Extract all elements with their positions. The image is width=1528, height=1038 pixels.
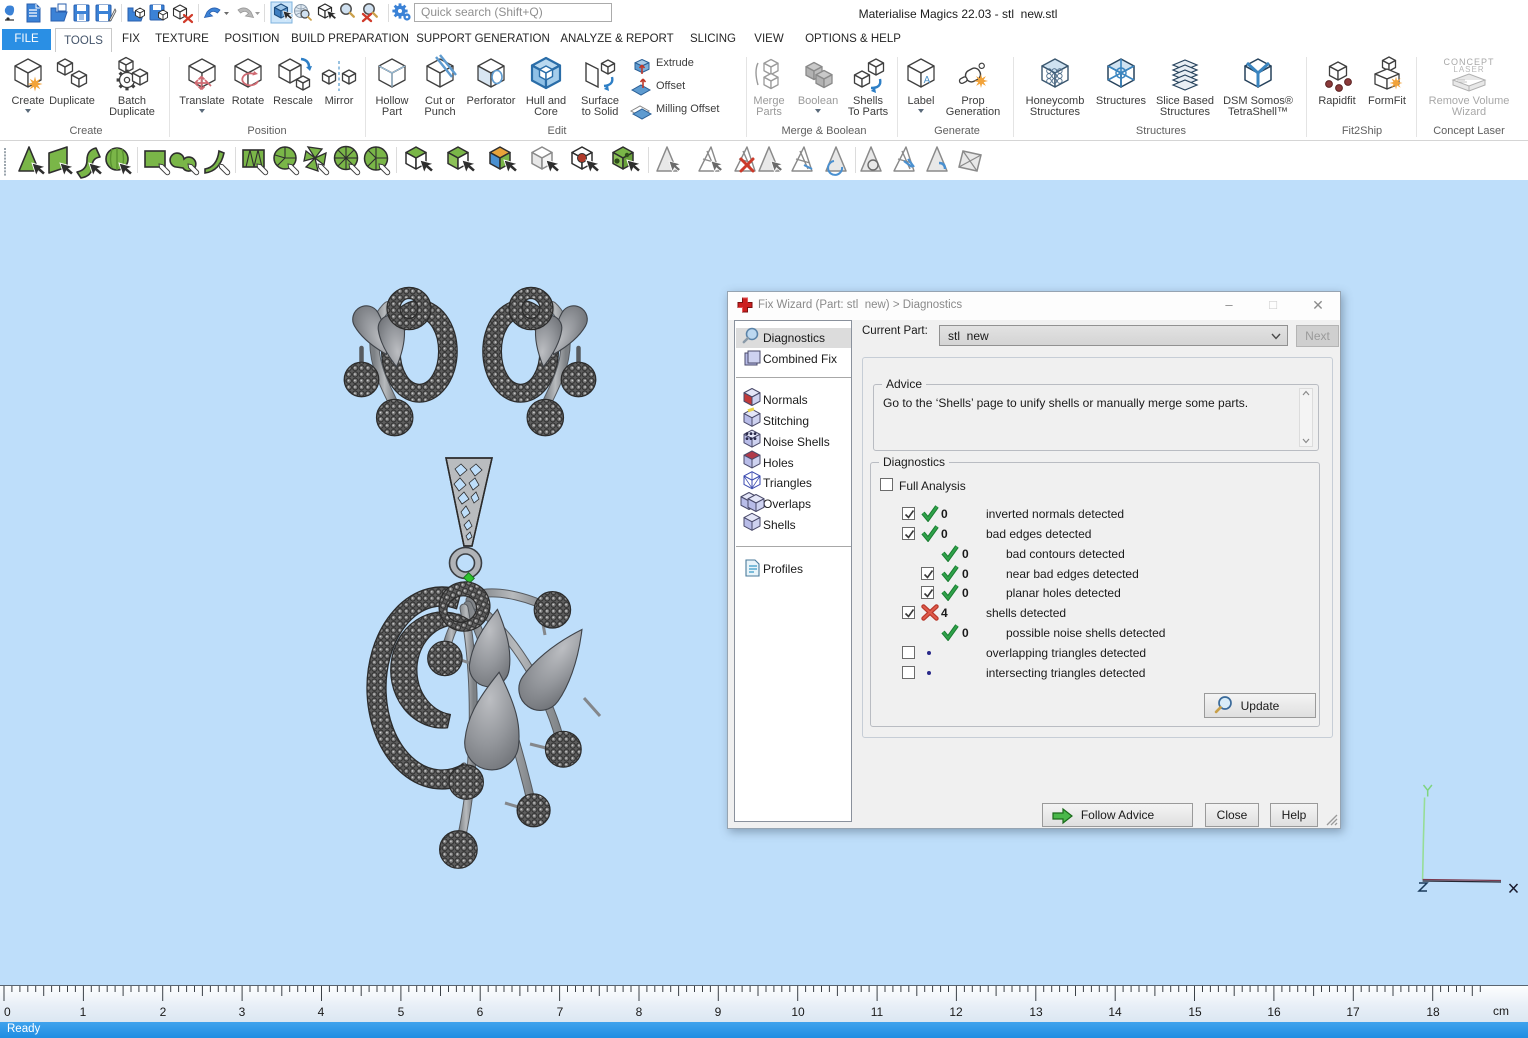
svg-text:4: 4	[318, 1005, 325, 1019]
svg-text:12: 12	[949, 1005, 963, 1019]
svg-text:16: 16	[1267, 1005, 1281, 1019]
svg-text:2: 2	[160, 1005, 167, 1019]
svg-text:Offset: Offset	[656, 80, 685, 92]
svg-text:3: 3	[239, 1005, 246, 1019]
svg-text:7: 7	[557, 1005, 564, 1019]
svg-text:11: 11	[871, 1005, 884, 1019]
svg-text:15: 15	[1188, 1005, 1202, 1019]
svg-text:13: 13	[1029, 1005, 1043, 1019]
svg-text:Extrude: Extrude	[656, 57, 694, 69]
svg-text:10: 10	[791, 1005, 805, 1019]
svg-text:6: 6	[477, 1005, 484, 1019]
svg-text:9: 9	[715, 1005, 722, 1019]
svg-text:14: 14	[1108, 1005, 1122, 1019]
svg-text:8: 8	[636, 1005, 643, 1019]
svg-text:17: 17	[1346, 1005, 1360, 1019]
svg-text:A: A	[924, 75, 931, 86]
svg-text:1: 1	[80, 1005, 87, 1019]
svg-text:18: 18	[1426, 1005, 1440, 1019]
svg-text:cm: cm	[1493, 1004, 1509, 1018]
svg-text:5: 5	[398, 1005, 405, 1019]
svg-text:0: 0	[4, 1005, 11, 1019]
